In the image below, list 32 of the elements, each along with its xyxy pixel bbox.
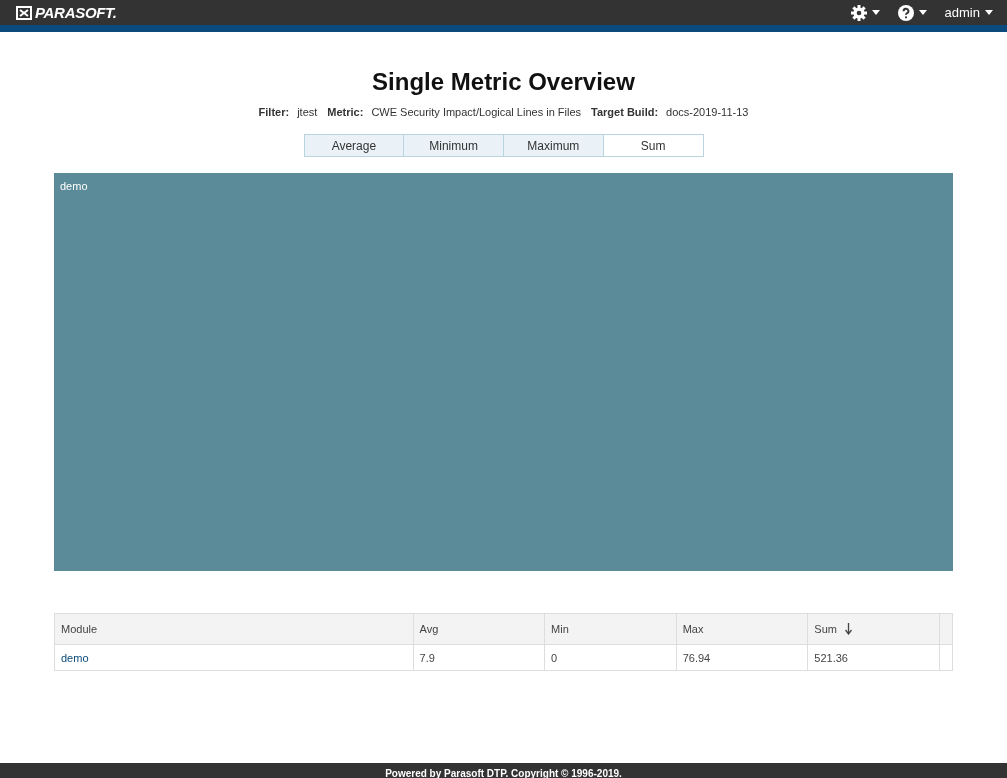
- tile-label: demo: [60, 180, 88, 192]
- column-header[interactable]: Sum: [807, 613, 940, 645]
- caret-icon: [918, 10, 927, 15]
- logo-text: PARASOFT.: [35, 4, 117, 21]
- caret-icon: [871, 10, 880, 15]
- table-cell: 7.9: [419, 651, 435, 664]
- help-menu-button[interactable]: [897, 4, 927, 21]
- info-value: CWE Security Impact/Logical Lines in Files: [371, 106, 582, 118]
- metric-tab[interactable]: Average: [304, 135, 404, 156]
- settings-menu-button[interactable]: [850, 4, 880, 21]
- module-link[interactable]: demo: [61, 651, 89, 664]
- info-label: Target Build:: [591, 106, 659, 118]
- caret-icon: [985, 10, 993, 15]
- treemap-tile[interactable]: demo: [54, 173, 953, 571]
- column-header[interactable]: Avg: [413, 613, 545, 645]
- column-header[interactable]: Min: [544, 613, 677, 645]
- settings-icon: [850, 4, 867, 21]
- table-cell: 521.36: [814, 651, 848, 664]
- info-label: Metric:: [327, 106, 364, 118]
- metric-tab[interactable]: Minimum: [403, 135, 503, 156]
- info-label: Filter:: [258, 106, 290, 118]
- table-cell: 0: [551, 651, 558, 664]
- column-header[interactable]: Max: [676, 613, 808, 645]
- page-title: Single Metric Overview: [371, 68, 636, 96]
- logo-icon: [16, 5, 32, 20]
- help-icon: [897, 4, 914, 21]
- user-menu-button[interactable]: admin: [944, 5, 993, 20]
- info-value: jtest: [297, 106, 318, 118]
- info-value: docs-2019-11-13: [666, 106, 749, 118]
- metric-tab[interactable]: Maximum: [503, 135, 603, 156]
- column-header[interactable]: Module: [54, 613, 414, 645]
- table-cell: 76.94: [682, 651, 711, 664]
